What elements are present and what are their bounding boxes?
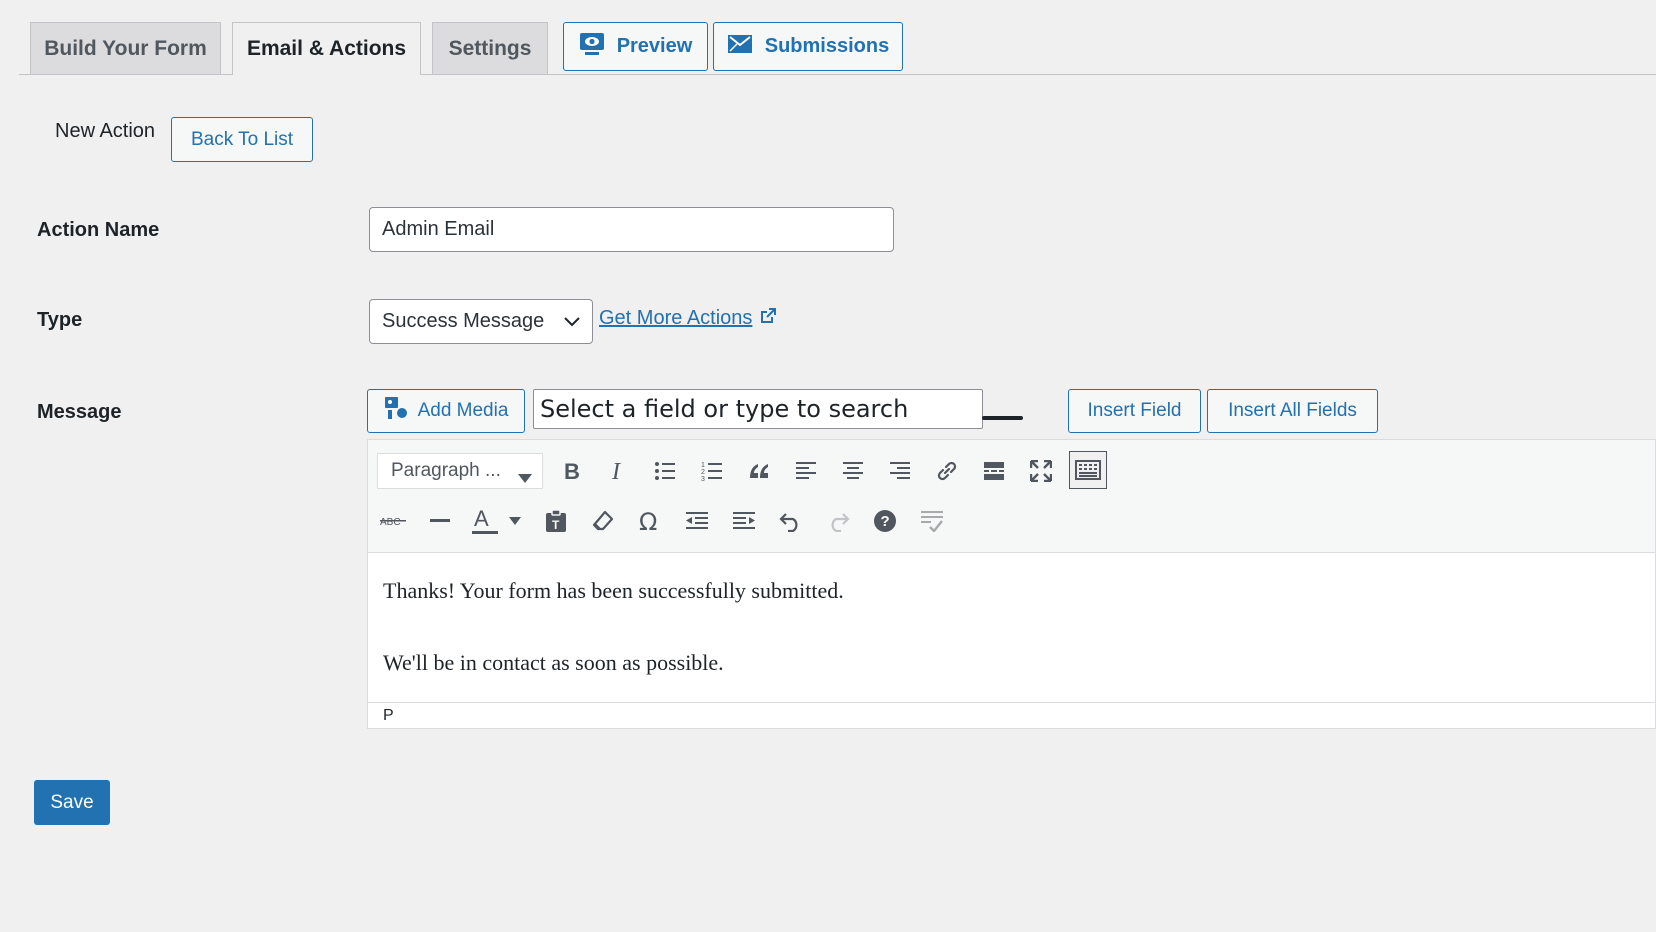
tab-label: Email & Actions bbox=[246, 37, 407, 60]
chevron-down-icon bbox=[564, 310, 580, 333]
svg-text:A: A bbox=[474, 507, 489, 531]
italic-icon[interactable]: I bbox=[600, 453, 636, 489]
envelope-icon bbox=[727, 34, 753, 60]
svg-text:2: 2 bbox=[701, 469, 705, 476]
bold-icon[interactable]: B bbox=[553, 453, 589, 489]
numbered-list-icon[interactable]: 123 bbox=[694, 453, 730, 489]
svg-text:T: T bbox=[552, 518, 560, 532]
bullet-list-icon[interactable] bbox=[647, 453, 683, 489]
read-more-icon[interactable] bbox=[976, 453, 1012, 489]
type-select-value: Success Message bbox=[382, 310, 545, 332]
toolbar-toggle-icon[interactable] bbox=[1069, 451, 1107, 489]
fullscreen-icon[interactable] bbox=[1023, 453, 1059, 489]
add-media-label: Add Media bbox=[417, 400, 509, 421]
field-search-placeholder: Select a field or type to search bbox=[540, 395, 909, 423]
submissions-label: Submissions bbox=[764, 35, 890, 57]
content-paragraph: Thanks! Your form has been successfully … bbox=[383, 578, 844, 603]
action-name-value: Admin Email bbox=[382, 218, 495, 240]
align-left-icon[interactable] bbox=[788, 453, 824, 489]
page-title: New Action bbox=[55, 120, 156, 142]
submissions-button[interactable]: Submissions bbox=[713, 22, 903, 71]
svg-text:?: ? bbox=[881, 513, 890, 530]
add-media-icon bbox=[384, 396, 408, 426]
svg-text:ABC: ABC bbox=[380, 517, 401, 528]
svg-text:B: B bbox=[564, 460, 580, 482]
strikethrough-icon[interactable]: ABC bbox=[375, 503, 411, 539]
tab-label: Build Your Form bbox=[44, 36, 207, 60]
get-more-actions-link[interactable]: Get More Actions bbox=[599, 307, 777, 330]
align-right-icon[interactable] bbox=[882, 453, 918, 489]
redo-icon[interactable] bbox=[820, 503, 856, 539]
clear-formatting-icon[interactable] bbox=[585, 503, 621, 539]
svg-text:I: I bbox=[611, 460, 621, 482]
field-search-input[interactable]: Select a field or type to search bbox=[533, 389, 983, 429]
horizontal-line-icon[interactable] bbox=[422, 503, 458, 539]
text-color-icon[interactable]: A bbox=[469, 503, 505, 539]
editor-content[interactable]: Thanks! Your form has been successfully … bbox=[368, 552, 1655, 702]
preview-icon bbox=[579, 32, 605, 62]
paste-text-icon[interactable]: T bbox=[538, 503, 574, 539]
content-paragraph: We'll be in contact as soon as possible. bbox=[383, 650, 724, 675]
text-color-dropdown-icon[interactable] bbox=[504, 503, 526, 539]
outdent-icon[interactable] bbox=[679, 503, 715, 539]
action-name-input[interactable]: Admin Email bbox=[369, 207, 894, 252]
tab-settings[interactable]: Settings bbox=[432, 22, 548, 74]
svg-text:3: 3 bbox=[701, 476, 705, 482]
insert-all-fields-button[interactable]: Insert All Fields bbox=[1207, 389, 1378, 433]
help-icon[interactable]: ? bbox=[867, 503, 903, 539]
insert-field-button[interactable]: Insert Field bbox=[1068, 389, 1201, 433]
element-path[interactable]: P bbox=[383, 707, 394, 725]
format-select-value: Paragraph ... bbox=[391, 460, 501, 481]
editor-status-bar: P bbox=[368, 702, 1655, 730]
undo-icon[interactable] bbox=[773, 503, 809, 539]
indent-icon[interactable] bbox=[726, 503, 762, 539]
action-name-label: Action Name bbox=[37, 219, 160, 241]
remove-format-icon[interactable] bbox=[914, 503, 950, 539]
message-label: Message bbox=[37, 401, 122, 423]
preview-button[interactable]: Preview bbox=[563, 22, 708, 71]
type-label: Type bbox=[37, 309, 83, 331]
format-select[interactable]: Paragraph ... bbox=[377, 453, 543, 489]
svg-text:Ω: Ω bbox=[639, 510, 657, 532]
external-link-icon bbox=[760, 307, 777, 330]
caret-down-icon bbox=[518, 467, 532, 489]
search-dropdown-handle[interactable] bbox=[982, 416, 1023, 420]
align-center-icon[interactable] bbox=[835, 453, 871, 489]
type-select[interactable]: Success Message bbox=[369, 299, 593, 344]
svg-text:1: 1 bbox=[701, 462, 705, 469]
tab-email-actions[interactable]: Email & Actions bbox=[232, 22, 421, 75]
back-to-list-button[interactable]: Back To List bbox=[171, 117, 313, 162]
get-more-actions-label: Get More Actions bbox=[599, 307, 753, 329]
add-media-button[interactable]: Add Media bbox=[367, 389, 525, 433]
editor-toolbar: Paragraph ... B I 123 ABC A T Ω ? bbox=[368, 440, 1655, 553]
tab-label: Settings bbox=[448, 36, 532, 60]
preview-label: Preview bbox=[616, 35, 693, 57]
blockquote-icon[interactable] bbox=[741, 453, 777, 489]
tab-build-your-form[interactable]: Build Your Form bbox=[30, 22, 221, 74]
save-button[interactable]: Save bbox=[34, 780, 110, 825]
link-icon[interactable] bbox=[929, 453, 965, 489]
special-character-icon[interactable]: Ω bbox=[632, 503, 668, 539]
rich-text-editor: Paragraph ... B I 123 ABC A T Ω ? Thanks… bbox=[367, 439, 1656, 729]
